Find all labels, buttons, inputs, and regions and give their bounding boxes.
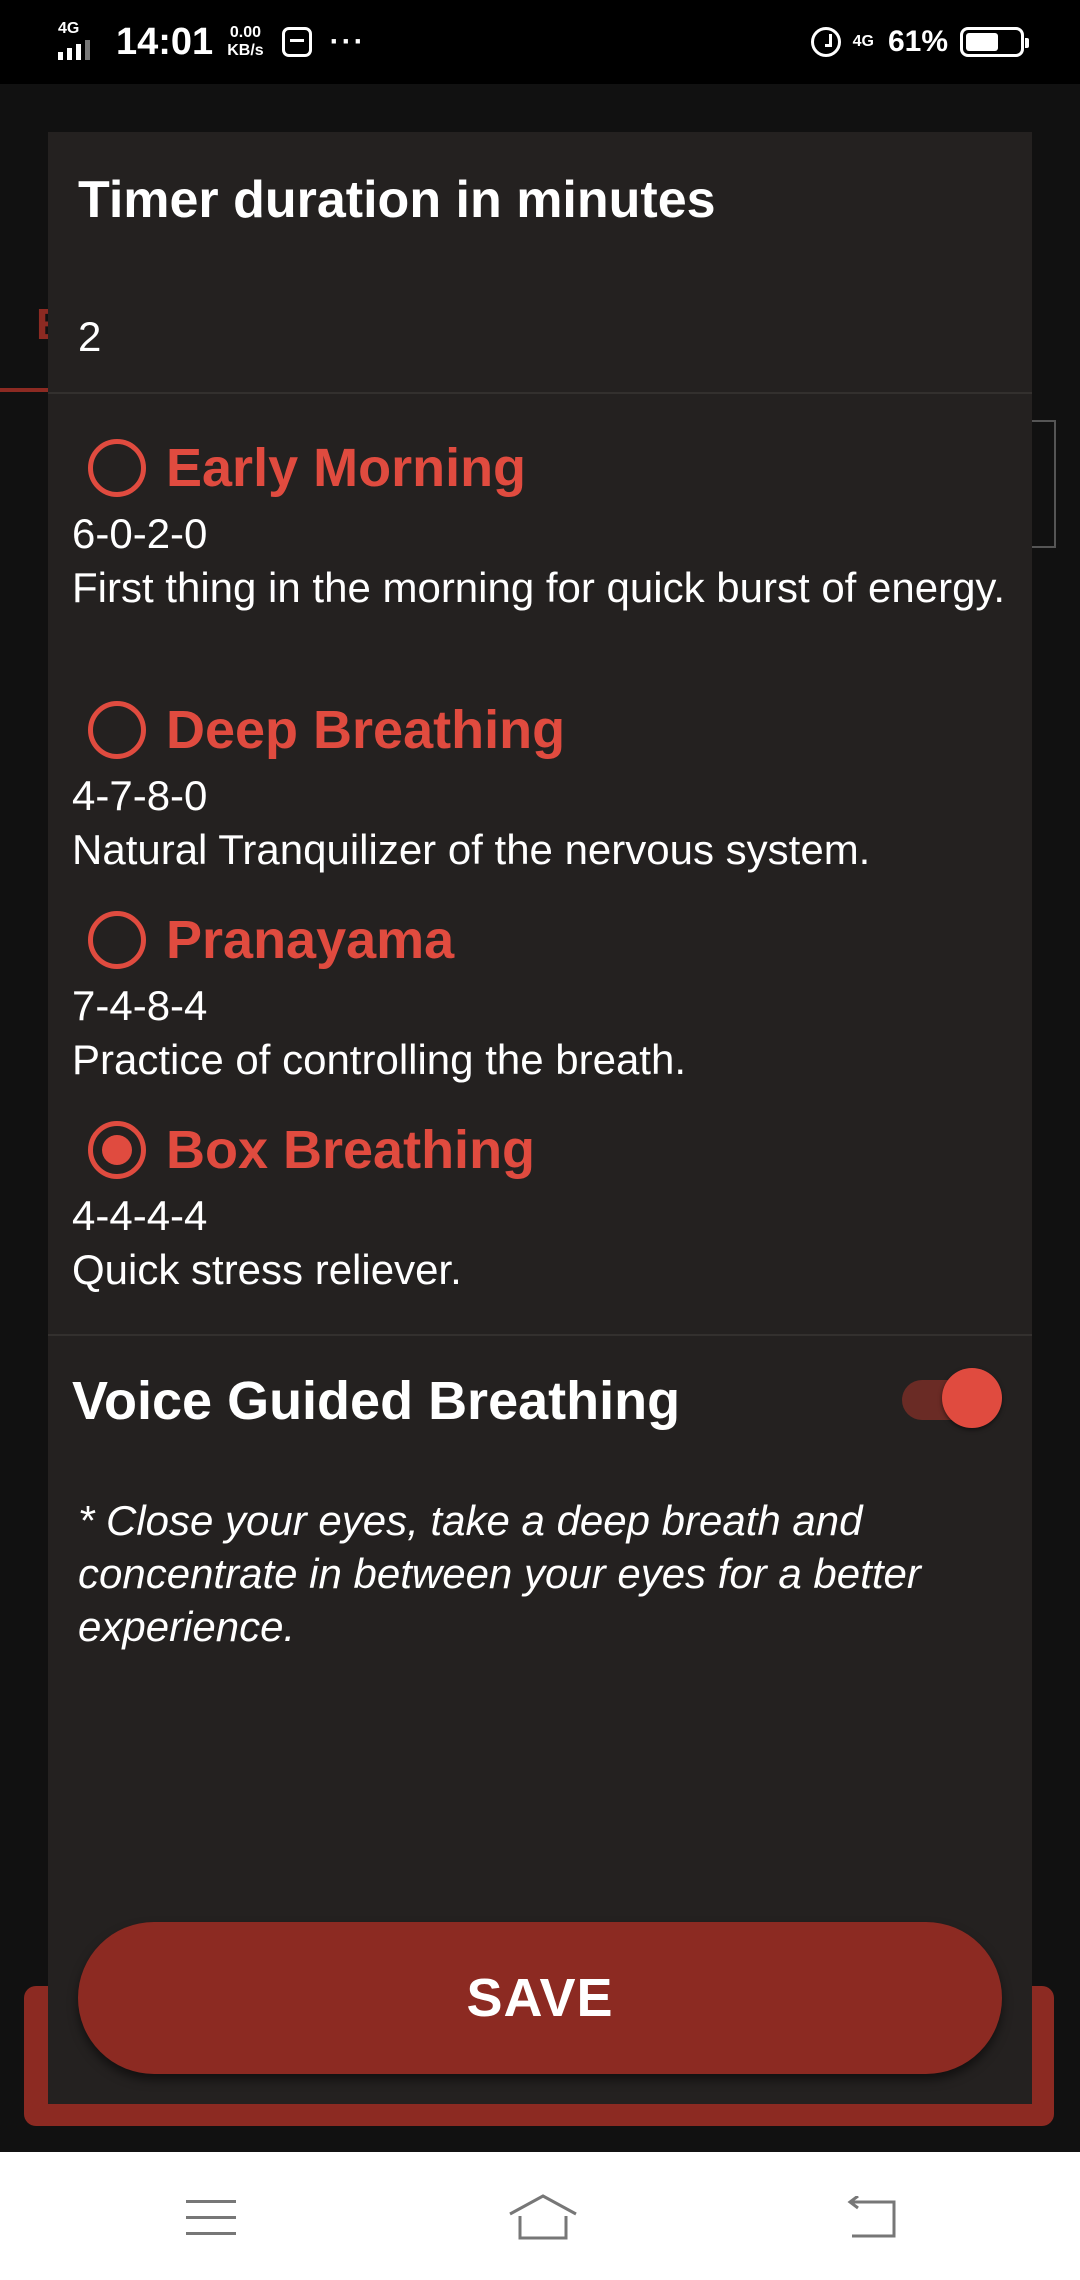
radio-button[interactable] bbox=[88, 701, 146, 759]
instruction-note: * Close your eyes, take a deep breath an… bbox=[78, 1497, 921, 1650]
battery-icon bbox=[960, 27, 1029, 57]
alarm-icon bbox=[810, 27, 841, 57]
option-name: Box Breathing bbox=[166, 1120, 536, 1180]
settings-dialog: Timer duration in minutes Early Morning … bbox=[48, 132, 1032, 2104]
radio-button-selected[interactable] bbox=[88, 1121, 146, 1179]
option-description: First thing in the morning for quick bur… bbox=[72, 564, 1005, 611]
notification-icon bbox=[281, 27, 312, 57]
option-box-breathing[interactable]: Box Breathing 4-4-4-4 Quick stress relie… bbox=[48, 1110, 1032, 1300]
option-name: Deep Breathing bbox=[166, 700, 566, 760]
network-type: 4G bbox=[58, 20, 80, 37]
option-description: Practice of controlling the breath. bbox=[72, 1036, 687, 1083]
voice-guided-label: Voice Guided Breathing bbox=[72, 1371, 681, 1431]
menu-icon[interactable] bbox=[186, 2200, 236, 2236]
signal-icon: 4G bbox=[58, 20, 104, 64]
divider bbox=[48, 392, 1032, 394]
home-icon[interactable] bbox=[508, 2192, 578, 2242]
option-pattern: 7-4-8-4 bbox=[72, 982, 208, 1029]
option-description: Quick stress reliever. bbox=[72, 1246, 462, 1293]
save-button[interactable]: SAVE bbox=[78, 1922, 1002, 2074]
option-pattern: 6-0-2-0 bbox=[72, 510, 208, 557]
voice-guided-toggle[interactable] bbox=[902, 1368, 1002, 1428]
navigation-bar bbox=[0, 2152, 1080, 2280]
option-early-morning[interactable]: Early Morning 6-0-2-0 First thing in the… bbox=[48, 428, 1032, 658]
option-pattern: 4-7-8-0 bbox=[72, 772, 208, 819]
option-name: Pranayama bbox=[166, 910, 455, 970]
radio-button[interactable] bbox=[88, 911, 146, 969]
radio-button[interactable] bbox=[88, 439, 146, 497]
divider bbox=[48, 1334, 1032, 1336]
battery-percent: 61% bbox=[887, 25, 948, 58]
clock: 14:01 bbox=[116, 20, 214, 63]
option-pattern: 4-4-4-4 bbox=[72, 1192, 208, 1239]
option-pranayama[interactable]: Pranayama 7-4-8-4 Practice of controllin… bbox=[48, 900, 1032, 1090]
option-description: Natural Tranquilizer of the nervous syst… bbox=[72, 826, 871, 873]
network-type-right: 4G bbox=[852, 33, 874, 50]
dialog-title: Timer duration in minutes bbox=[78, 171, 716, 229]
back-icon[interactable] bbox=[844, 2196, 900, 2240]
network-speed: 0.00 KB/s bbox=[227, 24, 264, 59]
option-deep-breathing[interactable]: Deep Breathing 4-7-8-0 Natural Tranquili… bbox=[48, 690, 1032, 880]
duration-input[interactable] bbox=[78, 302, 978, 372]
more-notifications-icon: ··· bbox=[329, 25, 366, 58]
status-bar: 4G 14:01 0.00 KB/s ··· 4G 61% bbox=[0, 0, 1080, 84]
option-name: Early Morning bbox=[166, 438, 527, 498]
